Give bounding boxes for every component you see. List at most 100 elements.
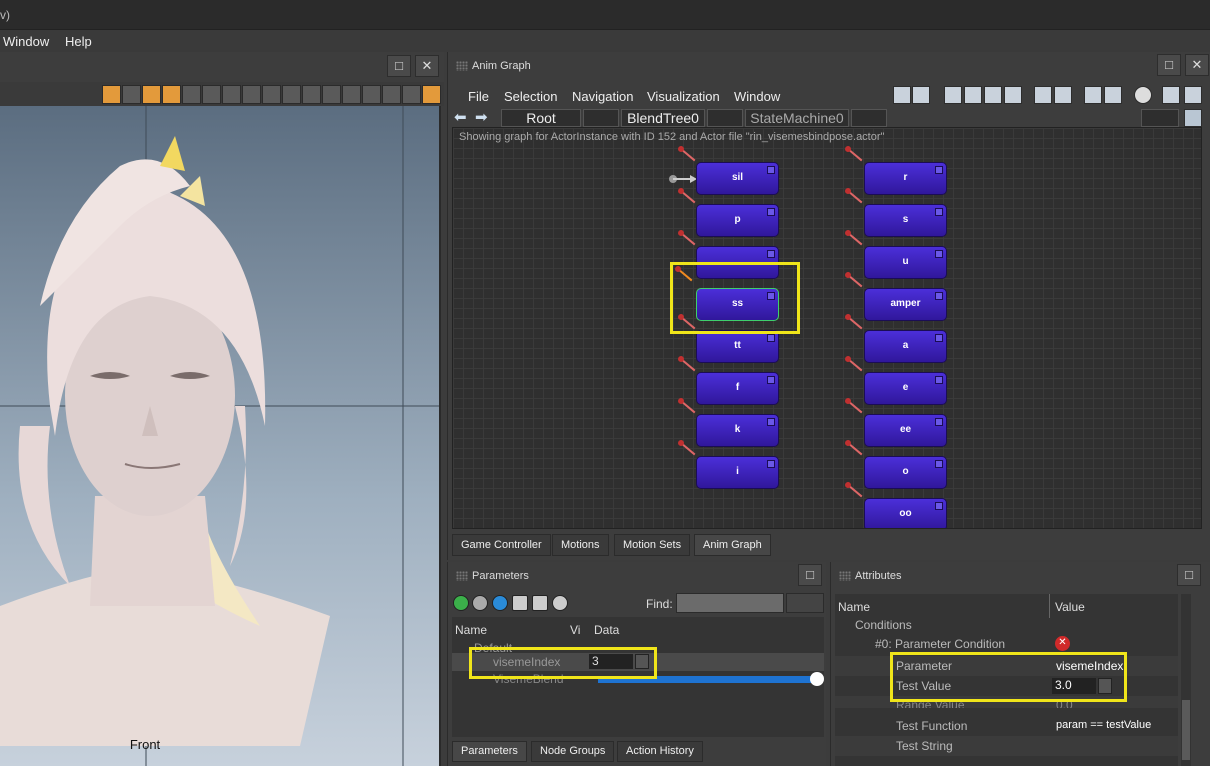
drag-handle-icon[interactable] [839, 571, 851, 581]
menu-file[interactable]: File [468, 89, 489, 104]
align-bottom-icon[interactable] [1004, 86, 1022, 104]
node-names-icon[interactable] [402, 85, 421, 104]
maximize-button[interactable]: □ [387, 55, 411, 77]
find-input[interactable] [676, 593, 784, 613]
state-node[interactable]: u [864, 246, 947, 279]
delete-icon[interactable] [1134, 86, 1152, 104]
tab-motion-sets[interactable]: Motion Sets [614, 534, 691, 556]
open-icon[interactable] [893, 86, 911, 104]
tab-motions[interactable]: Motions [552, 534, 609, 556]
breadcrumb-blendtree[interactable]: BlendTree0 [621, 109, 705, 127]
lighting-icon[interactable] [162, 85, 181, 104]
menu-window[interactable]: Window [734, 89, 780, 104]
3d-viewport[interactable]: Front [0, 106, 441, 766]
table-row[interactable]: Test String [835, 736, 1178, 756]
menu-selection[interactable]: Selection [504, 89, 557, 104]
attribute-value[interactable]: param == testValue [1056, 719, 1151, 731]
skeleton-icon[interactable] [342, 85, 361, 104]
align-right-icon[interactable] [964, 86, 982, 104]
state-node[interactable]: tt [696, 330, 779, 363]
state-node[interactable]: k [696, 414, 779, 447]
menu-navigation[interactable]: Navigation [572, 89, 633, 104]
menu-visualization[interactable]: Visualization [647, 89, 720, 104]
wireframe-icon[interactable] [142, 85, 161, 104]
forward-arrow-icon[interactable]: ➡ [475, 108, 488, 126]
breadcrumb-separator [707, 109, 743, 127]
breadcrumb-separator [583, 109, 619, 127]
maximize-button[interactable]: □ [1157, 54, 1181, 76]
maximize-button[interactable]: □ [1177, 564, 1201, 586]
menu-window[interactable]: Window [3, 34, 49, 49]
settings-icon[interactable] [1184, 109, 1202, 127]
solid-icon[interactable] [122, 85, 141, 104]
breadcrumb-statemachine[interactable]: StateMachine0 [745, 109, 849, 127]
back-arrow-icon[interactable]: ⬅ [454, 108, 467, 126]
camera-icon[interactable] [322, 85, 341, 104]
section-conditions[interactable]: Conditions [855, 618, 912, 632]
state-node[interactable]: o [864, 456, 947, 489]
state-node[interactable]: amper [864, 288, 947, 321]
breadcrumb-root[interactable]: Root [501, 109, 581, 127]
delete-condition-icon[interactable]: ✕ [1055, 636, 1070, 651]
state-node[interactable]: f [696, 372, 779, 405]
bone-icon[interactable] [362, 85, 381, 104]
state-node[interactable]: i [696, 456, 779, 489]
close-button[interactable]: ✕ [1185, 54, 1209, 76]
tab-node-groups[interactable]: Node Groups [531, 741, 615, 762]
clear-icon[interactable] [492, 595, 508, 611]
grid-icon[interactable] [202, 85, 221, 104]
state-node[interactable]: ee [864, 414, 947, 447]
cut-icon[interactable] [1084, 86, 1102, 104]
state-node[interactable]: s [864, 204, 947, 237]
state-node[interactable]: sil [696, 162, 779, 195]
align-top-icon[interactable] [984, 86, 1002, 104]
zoom-selection-icon[interactable] [1054, 86, 1072, 104]
state-node[interactable]: r [864, 162, 947, 195]
zoom-all-icon[interactable] [1034, 86, 1052, 104]
add-parameter-icon[interactable] [453, 595, 469, 611]
move-up-icon[interactable] [512, 595, 528, 611]
maximize-button[interactable]: □ [798, 564, 822, 586]
find-clear-button[interactable] [786, 593, 824, 613]
attribute-name: Test Function [896, 719, 968, 733]
joint-icon[interactable] [382, 85, 401, 104]
state-node[interactable]: a [864, 330, 947, 363]
tab-anim-graph[interactable]: Anim Graph [694, 534, 771, 556]
condition-header[interactable]: #0: Parameter Condition [875, 637, 1005, 651]
align-left-icon[interactable] [944, 86, 962, 104]
save-icon[interactable] [912, 86, 930, 104]
aabb-icon[interactable] [282, 85, 301, 104]
parameters-panel: Parameters □ Find: Name Vi Data Default … [447, 562, 826, 766]
drag-handle-icon[interactable] [456, 571, 468, 581]
copy-icon[interactable] [1104, 86, 1122, 104]
close-button[interactable]: ✕ [415, 55, 439, 77]
scrollbar[interactable] [1181, 594, 1191, 766]
menu-help[interactable]: Help [65, 34, 92, 49]
render-mode-icon[interactable] [102, 85, 121, 104]
remove-parameter-icon[interactable] [472, 595, 488, 611]
state-node[interactable]: e [864, 372, 947, 405]
node-palette-icon[interactable] [1162, 86, 1180, 104]
breadcrumb-separator [851, 109, 887, 127]
graph-canvas[interactable]: Showing graph for ActorInstance with ID … [452, 127, 1202, 529]
move-down-icon[interactable] [532, 595, 548, 611]
tab-game-controller[interactable]: Game Controller [452, 534, 551, 556]
blend-slider-handle[interactable] [810, 672, 824, 686]
table-row[interactable]: Test Function param == testValue [835, 716, 1178, 736]
background-icon[interactable] [222, 85, 241, 104]
hierarchy-icon[interactable] [1184, 86, 1202, 104]
scrollbar-thumb[interactable] [1182, 700, 1190, 760]
tab-action-history[interactable]: Action History [617, 741, 703, 762]
graph-options-box[interactable] [1141, 109, 1179, 127]
state-node[interactable]: p [696, 204, 779, 237]
collision-icon[interactable] [302, 85, 321, 104]
drag-handle-icon[interactable] [456, 61, 468, 71]
perspective-icon[interactable] [422, 85, 441, 104]
tangents-icon[interactable] [262, 85, 281, 104]
gear-icon[interactable] [552, 595, 568, 611]
panel-title: Attributes [855, 570, 902, 582]
shading-icon[interactable] [182, 85, 201, 104]
normals-icon[interactable] [242, 85, 261, 104]
state-node[interactable]: oo [864, 498, 947, 528]
tab-parameters[interactable]: Parameters [452, 741, 527, 762]
